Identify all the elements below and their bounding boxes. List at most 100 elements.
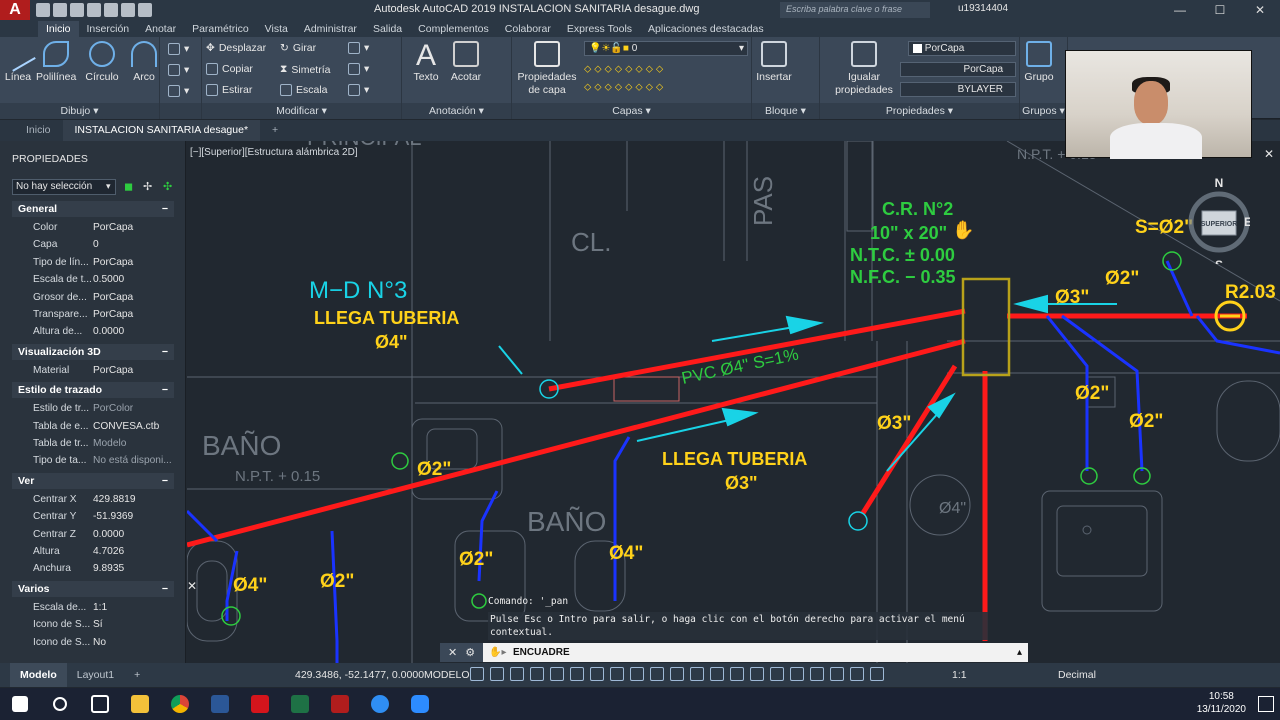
simetria-button[interactable]: ⧗ Simetría xyxy=(280,63,330,76)
viewport-controls[interactable]: [−][Superior][Estructura alámbrica 2D] xyxy=(190,147,358,158)
section-header[interactable]: Ver − xyxy=(12,472,174,489)
ribbon-tab-express-tools[interactable]: Express Tools xyxy=(559,21,640,37)
units-dropdown[interactable]: Decimal xyxy=(1058,669,1096,681)
close-cmd-icon[interactable]: ✕ xyxy=(187,579,197,593)
lineweight-icon[interactable] xyxy=(590,667,604,681)
search-button[interactable] xyxy=(40,688,80,720)
layer-tools-row1[interactable]: ⬦ ⬦ ⬦ ⬦ ⬦ ⬦ ⬦ ⬦ xyxy=(584,63,663,76)
panel-title-dibujo[interactable]: Dibujo ▾ xyxy=(0,103,159,119)
transparency-icon[interactable] xyxy=(610,667,624,681)
ellipse-tool[interactable]: ▾ xyxy=(168,85,189,97)
tab-drawing[interactable]: INSTALACION SANITARIA desague* xyxy=(62,120,261,141)
open-file-icon[interactable] xyxy=(53,3,67,17)
workspace-icon[interactable] xyxy=(770,667,784,681)
collapse-icon[interactable]: − xyxy=(162,201,168,217)
selection-filter-icon[interactable] xyxy=(690,667,704,681)
drawing-canvas[interactable]: PRINCIPAL CL. PAS N.P.T. + 0.15 BAÑO N.P… xyxy=(187,141,1280,663)
selection-dropdown[interactable]: No hay selección xyxy=(12,179,116,195)
desplazar-button[interactable]: ✥ Desplazar xyxy=(206,42,266,54)
dynamic-ucs-icon[interactable] xyxy=(670,667,684,681)
array-tool[interactable]: ▾ xyxy=(348,84,369,96)
selection-cycling-icon[interactable] xyxy=(630,667,644,681)
otrack-icon[interactable] xyxy=(570,667,584,681)
model-space-button[interactable]: MODELO xyxy=(424,669,470,681)
polar-icon[interactable] xyxy=(530,667,544,681)
hatch-tool[interactable]: ▾ xyxy=(168,64,189,76)
property-row[interactable]: Centrar Z 0.0000 xyxy=(12,526,174,543)
save-icon[interactable] xyxy=(70,3,84,17)
start-button[interactable] xyxy=(0,688,40,720)
collapse-icon[interactable]: − xyxy=(162,473,168,489)
maximize-icon[interactable]: ☐ xyxy=(1200,0,1240,20)
close-viewport-icon[interactable]: ✕ xyxy=(1264,147,1274,161)
annotation-monitor-icon[interactable] xyxy=(790,667,804,681)
linea-button[interactable]: Línea xyxy=(0,36,36,84)
isolate-icon[interactable] xyxy=(810,667,824,681)
hardware-acceleration-icon[interactable] xyxy=(830,667,844,681)
quick-select-icon[interactable]: ✣ xyxy=(163,180,172,193)
ribbon-tab-complementos[interactable]: Complementos xyxy=(410,21,497,37)
estirar-button[interactable]: Estirar xyxy=(206,84,252,96)
ribbon-tab-inicio[interactable]: Inicio xyxy=(38,21,79,37)
grupo-button[interactable]: Grupo xyxy=(1022,41,1056,84)
property-row[interactable]: Escala de t... 0.5000 xyxy=(12,271,174,288)
panel-title-modificar[interactable]: Modificar ▾ xyxy=(202,103,401,119)
ribbon-tab-colaborar[interactable]: Colaborar xyxy=(497,21,559,37)
property-row[interactable]: Anchura 9.8935 xyxy=(12,560,174,577)
customization-icon[interactable] xyxy=(870,667,884,681)
trim-tool[interactable]: ▾ xyxy=(348,42,369,54)
command-input[interactable]: ✋▸ ENCUADRE ▴ xyxy=(483,643,1028,662)
property-row[interactable]: Capa 0 xyxy=(12,236,174,253)
property-row[interactable]: Estilo de tr... PorColor xyxy=(12,400,174,417)
search-input[interactable]: Escriba palabra clave o frase xyxy=(780,2,930,18)
insertar-button[interactable]: Insertar xyxy=(754,41,794,84)
annotation-scale[interactable]: 1:1 xyxy=(952,669,967,681)
ribbon-tab-inserci-n[interactable]: Inserción xyxy=(79,21,138,37)
panel-title-propiedades[interactable]: Propiedades ▾ xyxy=(820,103,1019,119)
tab-layout1[interactable]: Layout1 xyxy=(67,663,124,687)
property-row[interactable]: Tipo de lín... PorCapa xyxy=(12,254,174,271)
add-layout-button[interactable]: + xyxy=(124,663,150,687)
panel-title-bloque[interactable]: Bloque ▾ xyxy=(752,103,819,119)
copiar-button[interactable]: Copiar xyxy=(206,63,253,75)
ribbon-tab-salida[interactable]: Salida xyxy=(365,21,410,37)
rectangle-tool[interactable]: ▾ xyxy=(168,43,189,55)
section-header[interactable]: Varios − xyxy=(12,580,174,597)
select-objects-icon[interactable]: ✢ xyxy=(143,180,152,193)
property-row[interactable]: Altura de... 0.0000 xyxy=(12,323,174,340)
file-explorer-button[interactable] xyxy=(120,688,160,720)
igualar-propiedades-button[interactable]: Igualar propiedades xyxy=(834,41,894,97)
notifications-icon[interactable] xyxy=(1258,696,1274,712)
clean-screen-icon[interactable] xyxy=(850,667,864,681)
app-button[interactable] xyxy=(360,688,400,720)
tab-modelo[interactable]: Modelo xyxy=(10,663,67,687)
layer-tools-row2[interactable]: ⬦ ⬦ ⬦ ⬦ ⬦ ⬦ ⬦ ⬦ xyxy=(584,81,663,94)
girar-button[interactable]: ↻ Girar xyxy=(280,42,316,54)
word-button[interactable] xyxy=(200,688,240,720)
autocad-logo-icon[interactable]: A xyxy=(0,0,30,20)
section-header[interactable]: Estilo de trazado − xyxy=(12,382,174,399)
property-row[interactable]: Escala de... 1:1 xyxy=(12,599,174,616)
close-icon[interactable]: ✕ xyxy=(448,646,457,659)
tab-inicio[interactable]: Inicio xyxy=(14,120,63,141)
grid-icon[interactable] xyxy=(470,667,484,681)
ribbon-tab-vista[interactable]: Vista xyxy=(257,21,296,37)
ortho-icon[interactable] xyxy=(510,667,524,681)
chevron-up-icon[interactable]: ▴ xyxy=(1017,643,1022,662)
close-icon[interactable]: ✕ xyxy=(1240,0,1280,20)
3d-osnap-icon[interactable] xyxy=(650,667,664,681)
system-clock[interactable]: 10:58 13/11/2020 xyxy=(1197,690,1246,716)
property-row[interactable]: Transpare... PorCapa xyxy=(12,306,174,323)
property-row[interactable]: Material PorCapa xyxy=(12,362,174,379)
propiedades-capa-button[interactable]: Propiedades de capa xyxy=(516,41,578,97)
linetype-dropdown[interactable]: PorCapa xyxy=(900,62,1016,77)
fillet-tool[interactable]: ▾ xyxy=(348,63,369,75)
property-row[interactable]: Tipo de ta... No está disponi... xyxy=(12,452,174,469)
panel-title-grupos[interactable]: Grupos ▾ xyxy=(1020,103,1067,119)
arco-button[interactable]: Arco xyxy=(130,41,158,84)
task-view-button[interactable] xyxy=(80,688,120,720)
viewcube[interactable]: N S E SUPERIOR xyxy=(1188,176,1252,272)
panel-title-capas[interactable]: Capas ▾ xyxy=(512,103,751,119)
ribbon-tab-aplicaciones-destacadas[interactable]: Aplicaciones destacadas xyxy=(640,21,772,37)
auto-scale-icon[interactable] xyxy=(750,667,764,681)
